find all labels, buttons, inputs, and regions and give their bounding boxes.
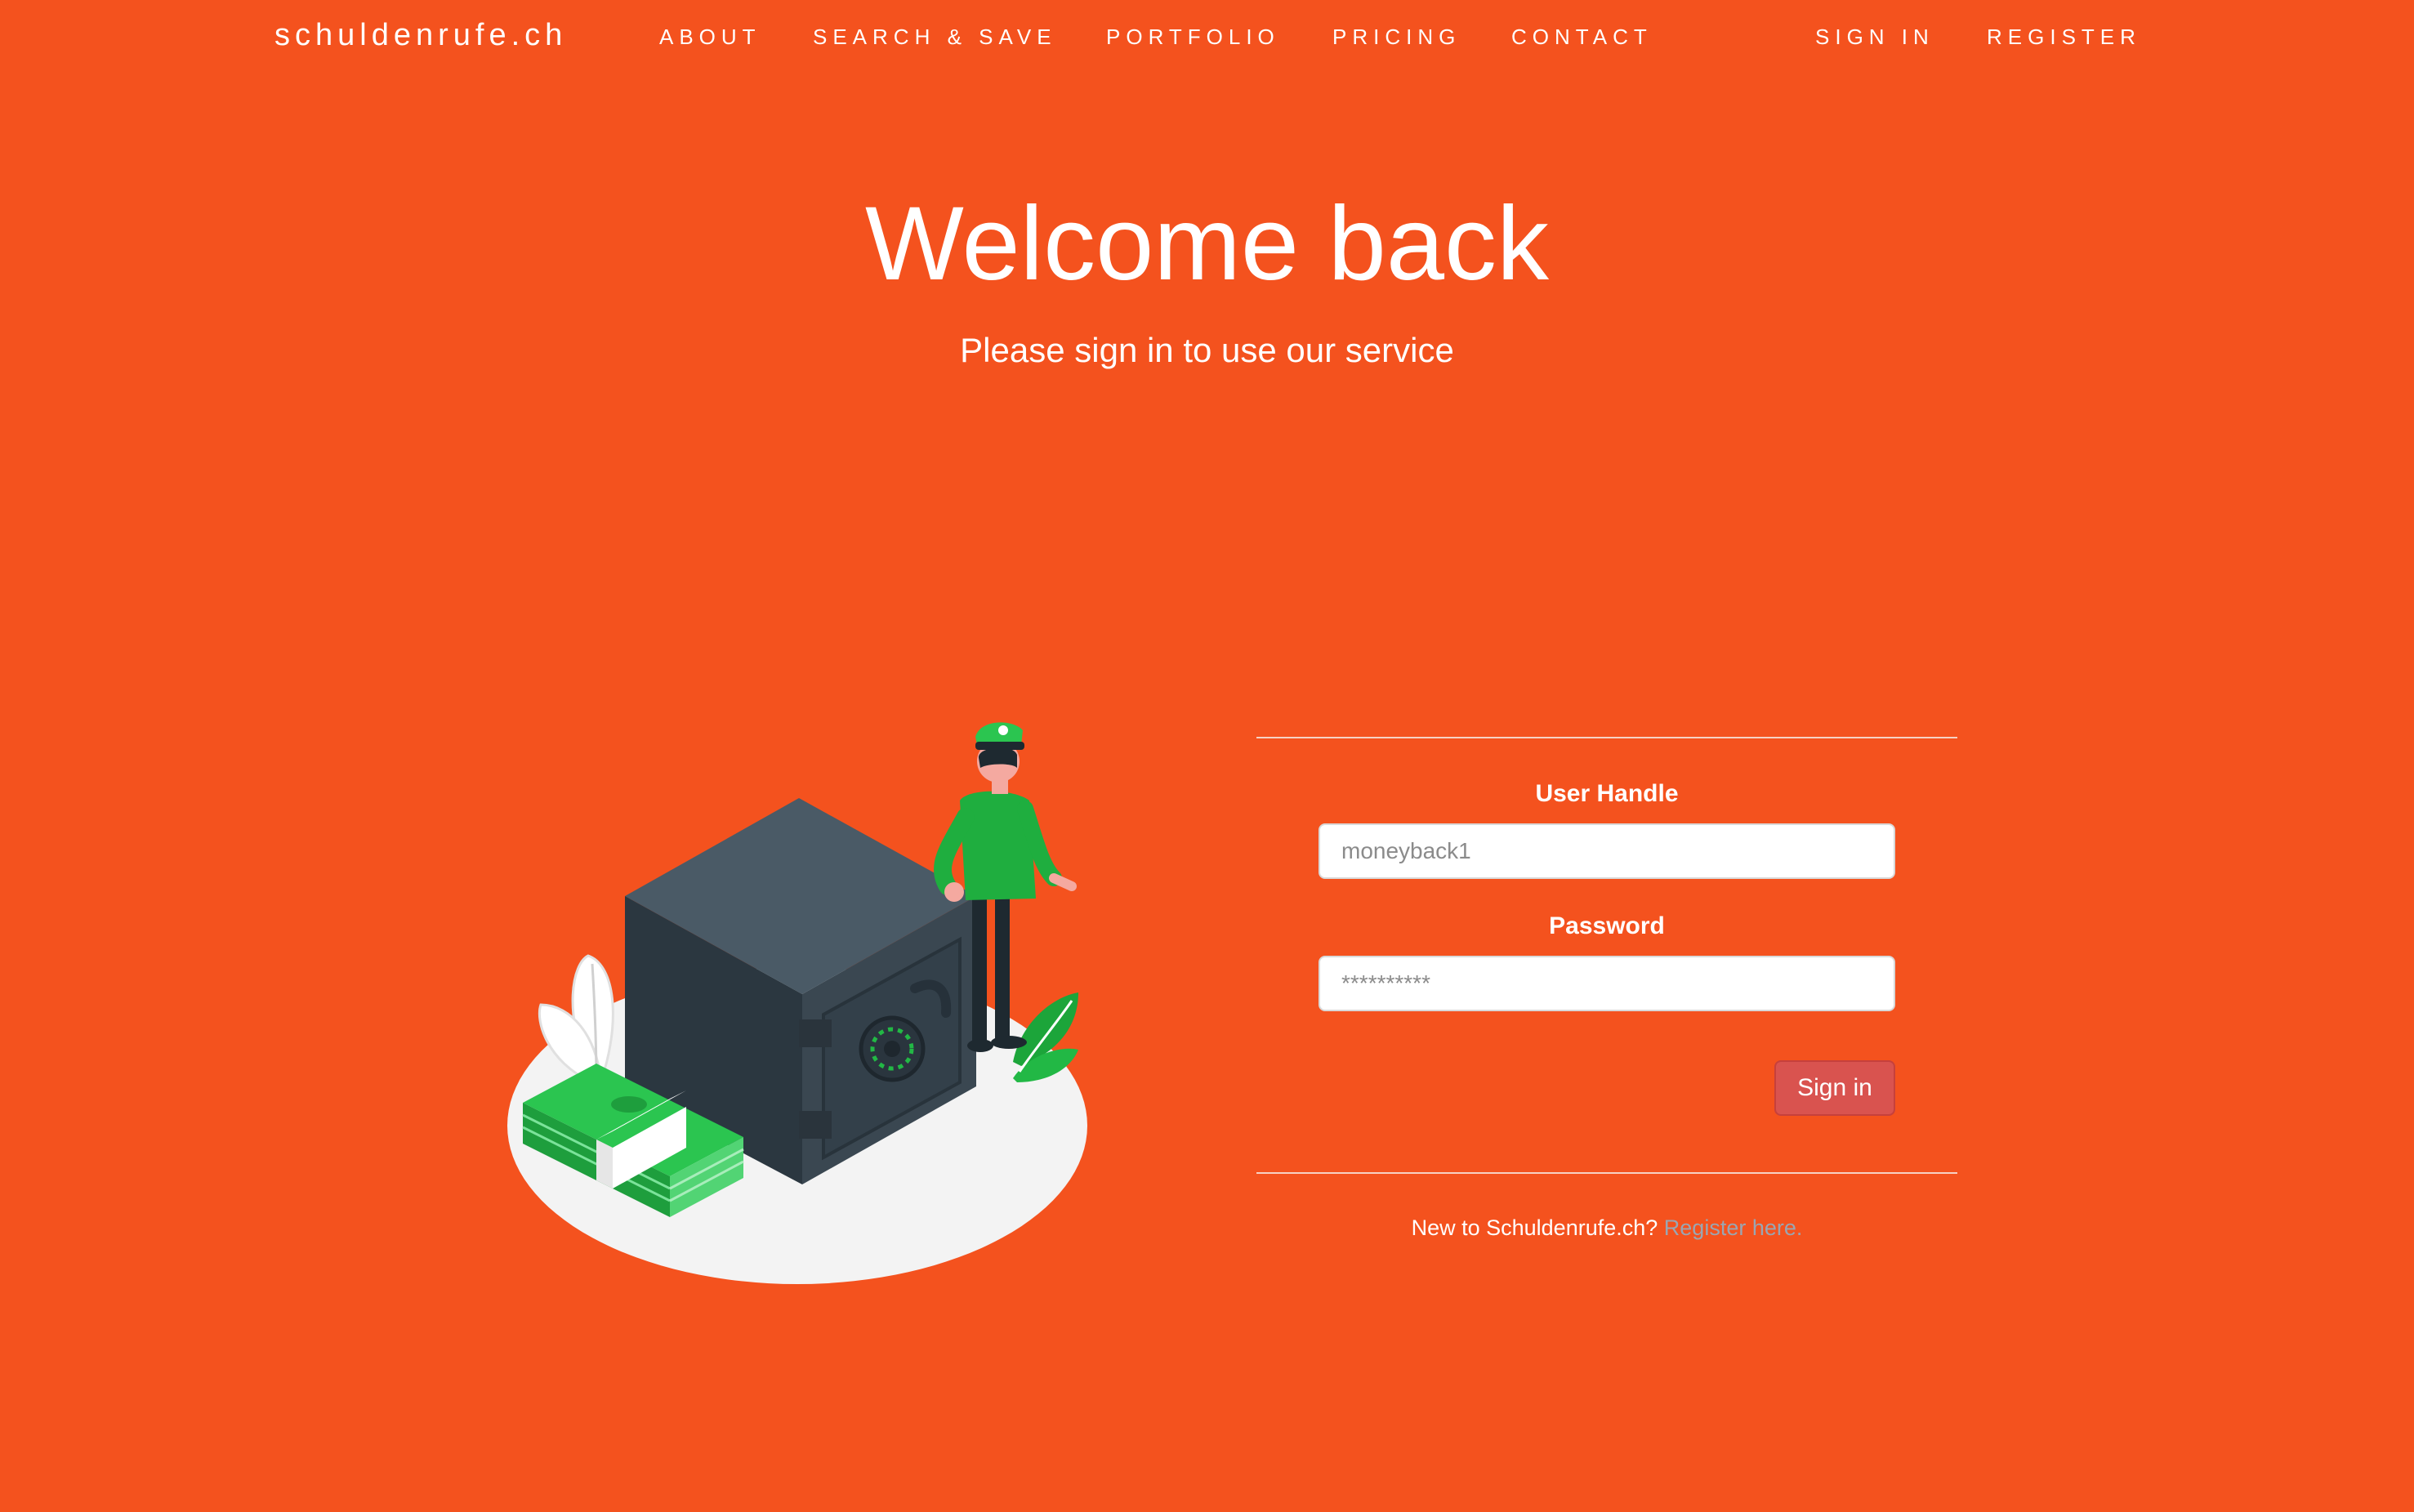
safe-guard-illustration <box>507 722 1087 1284</box>
username-label: User Handle <box>1535 780 1679 807</box>
page-title: Welcome back <box>864 185 1550 302</box>
brand-logo[interactable]: schuldenrufe.ch <box>274 18 567 53</box>
nav-link-contact[interactable]: CONTACT <box>1511 25 1653 50</box>
nav-link-portfolio[interactable]: PORTFOLIO <box>1106 25 1280 50</box>
sign-in-button[interactable]: Sign in <box>1774 1060 1895 1116</box>
page-subtitle: Please sign in to use our service <box>960 331 1454 369</box>
form-top-divider <box>1256 737 1957 738</box>
nav-link-search-save[interactable]: SEARCH & SAVE <box>813 25 1057 50</box>
nav-link-pricing[interactable]: PRICING <box>1332 25 1461 50</box>
top-navbar: schuldenrufe.ch ABOUT SEARCH & SAVE PORT… <box>0 0 2414 78</box>
register-prompt-text: New to Schuldenrufe.ch? <box>1411 1215 1658 1240</box>
register-prompt: New to Schuldenrufe.ch? Register here. <box>1256 1215 1957 1241</box>
register-link[interactable]: Register here. <box>1664 1215 1803 1240</box>
nav-link-about[interactable]: ABOUT <box>659 25 761 50</box>
nav-link-register[interactable]: REGISTER <box>1987 25 2141 50</box>
form-bottom-divider <box>1256 1172 1957 1174</box>
nav-link-sign-in[interactable]: SIGN IN <box>1815 25 1934 50</box>
password-input[interactable] <box>1319 956 1895 1011</box>
password-label: Password <box>1549 912 1665 939</box>
username-input[interactable] <box>1319 823 1895 879</box>
green-plant-icon <box>1013 992 1078 1082</box>
